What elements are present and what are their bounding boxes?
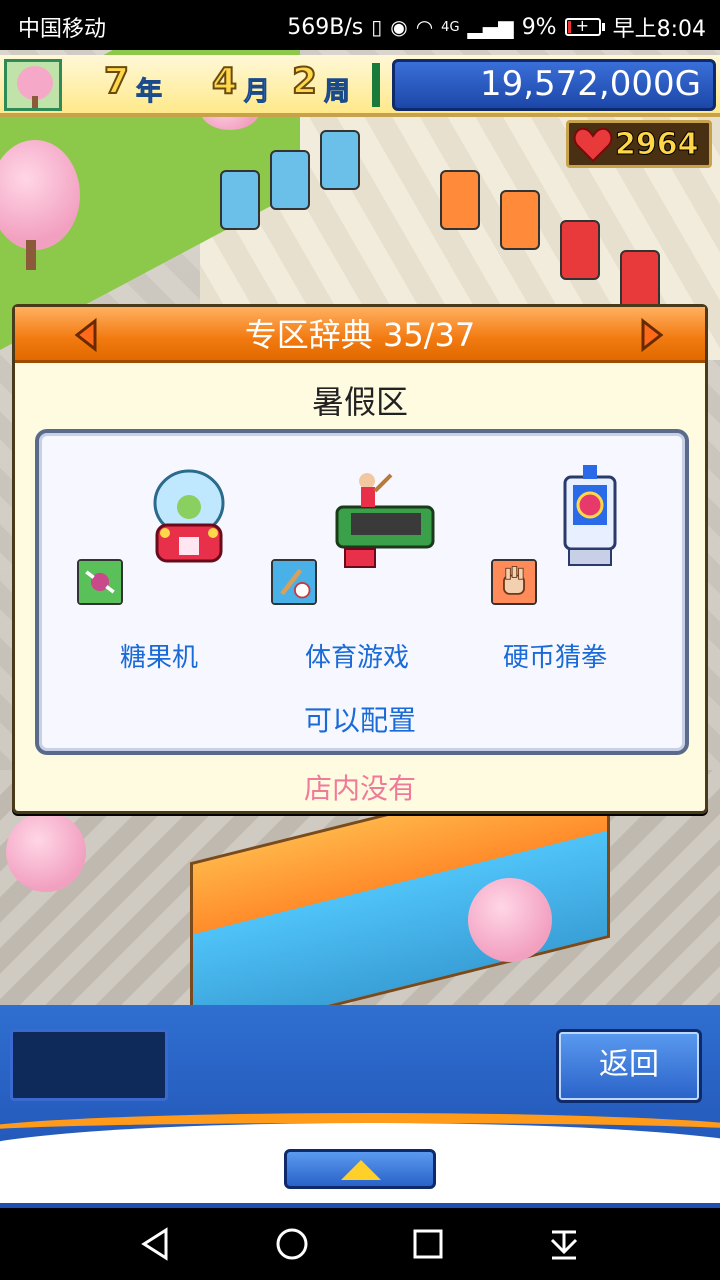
cherry-tree bbox=[468, 878, 552, 962]
nav-back-icon[interactable] bbox=[138, 1226, 174, 1262]
arcade-machine bbox=[620, 250, 660, 310]
item-name: 硬币猜拳 bbox=[502, 643, 607, 673]
bottom-panel: 返回 bbox=[0, 1005, 720, 1208]
item-name: 体育游戏 bbox=[304, 643, 409, 673]
game-screen: 中国移动 569B/s ▯ ◉ ◠ 4G ▂▄▆ 9% + 早上8:04 7 年… bbox=[0, 0, 720, 1280]
top-hud: 7 年 4 月 2 周 19,572,000G bbox=[0, 55, 720, 117]
hearts-counter: 2964 bbox=[566, 120, 712, 168]
status-right: 569B/s ▯ ◉ ◠ 4G ▂▄▆ 9% + 早上8:04 bbox=[287, 11, 706, 43]
info-slot bbox=[10, 1029, 168, 1101]
zone-item[interactable]: 体育游戏 bbox=[257, 433, 457, 683]
cherry-blossom-icon bbox=[17, 66, 53, 100]
month-number: 4 bbox=[211, 60, 238, 103]
rock-paper-scissors-icon bbox=[491, 559, 537, 605]
candy-category-icon bbox=[77, 559, 123, 605]
money-display: 19,572,000G bbox=[392, 59, 716, 111]
dialog-header: 专区辞典 35/37 bbox=[15, 307, 705, 363]
expand-menu-button[interactable] bbox=[284, 1149, 436, 1189]
sports-game-icon bbox=[335, 473, 435, 568]
status-in-store: 店内没有 bbox=[303, 772, 416, 805]
vibrate-icon: ▯ bbox=[371, 15, 383, 39]
week-unit: 周 bbox=[323, 77, 351, 108]
zone-dictionary-dialog: 专区辞典 35/37 暑假区 糖果机 体育游戏 硬币猜拳 可以配置 店内没有 bbox=[12, 304, 708, 814]
arcade-machine bbox=[270, 150, 310, 210]
nav-home-icon[interactable] bbox=[274, 1226, 310, 1262]
year-number: 7 bbox=[103, 60, 130, 103]
back-button[interactable]: 返回 bbox=[556, 1029, 702, 1103]
item-name: 糖果机 bbox=[119, 643, 198, 673]
network-speed: 569B/s bbox=[287, 14, 364, 40]
cherry-tree bbox=[6, 812, 86, 892]
arcade-machine bbox=[320, 130, 360, 190]
status-bar: 中国移动 569B/s ▯ ◉ ◠ 4G ▂▄▆ 9% + 早上8:04 bbox=[0, 0, 720, 50]
carrier-label: 中国移动 bbox=[18, 17, 107, 42]
hud-separator bbox=[372, 63, 380, 107]
clock: 早上8:04 bbox=[612, 17, 706, 42]
arcade-machine bbox=[560, 220, 600, 280]
battery-percent: 9% bbox=[521, 14, 557, 40]
zone-item[interactable]: 硬币猜拳 bbox=[455, 433, 655, 683]
battery-icon: + bbox=[564, 16, 605, 36]
coin-game-machine-icon bbox=[563, 465, 617, 566]
year-unit: 年 bbox=[135, 77, 163, 108]
heart-icon bbox=[573, 127, 613, 163]
season-thumbnail[interactable] bbox=[4, 59, 62, 111]
zone-name: 暑假区 bbox=[311, 383, 408, 421]
nav-recents-icon[interactable] bbox=[410, 1226, 446, 1262]
week-number: 2 bbox=[291, 60, 318, 103]
hearts-value: 2964 bbox=[615, 127, 699, 163]
arcade-machine bbox=[440, 170, 480, 230]
network-type: 4G bbox=[441, 19, 460, 35]
up-arrow-icon bbox=[341, 1160, 381, 1180]
eye-icon: ◉ bbox=[390, 15, 408, 39]
system-nav-bar bbox=[0, 1208, 720, 1280]
arcade-machine bbox=[500, 190, 540, 250]
arcade-machine bbox=[220, 170, 260, 230]
tree-trunk bbox=[26, 240, 36, 270]
month-unit: 月 bbox=[243, 77, 271, 108]
next-page-icon[interactable] bbox=[633, 317, 669, 353]
candy-machine-icon bbox=[153, 469, 225, 563]
wifi-icon: ◠ bbox=[415, 15, 434, 39]
nav-notification-icon[interactable] bbox=[546, 1226, 582, 1262]
status-configurable: 可以配置 bbox=[303, 704, 416, 737]
dialog-title: 专区辞典 35/37 bbox=[244, 316, 476, 354]
signal-icon: ▂▄▆ bbox=[467, 15, 514, 39]
sports-category-icon bbox=[271, 559, 317, 605]
zone-item[interactable]: 糖果机 bbox=[59, 433, 259, 683]
